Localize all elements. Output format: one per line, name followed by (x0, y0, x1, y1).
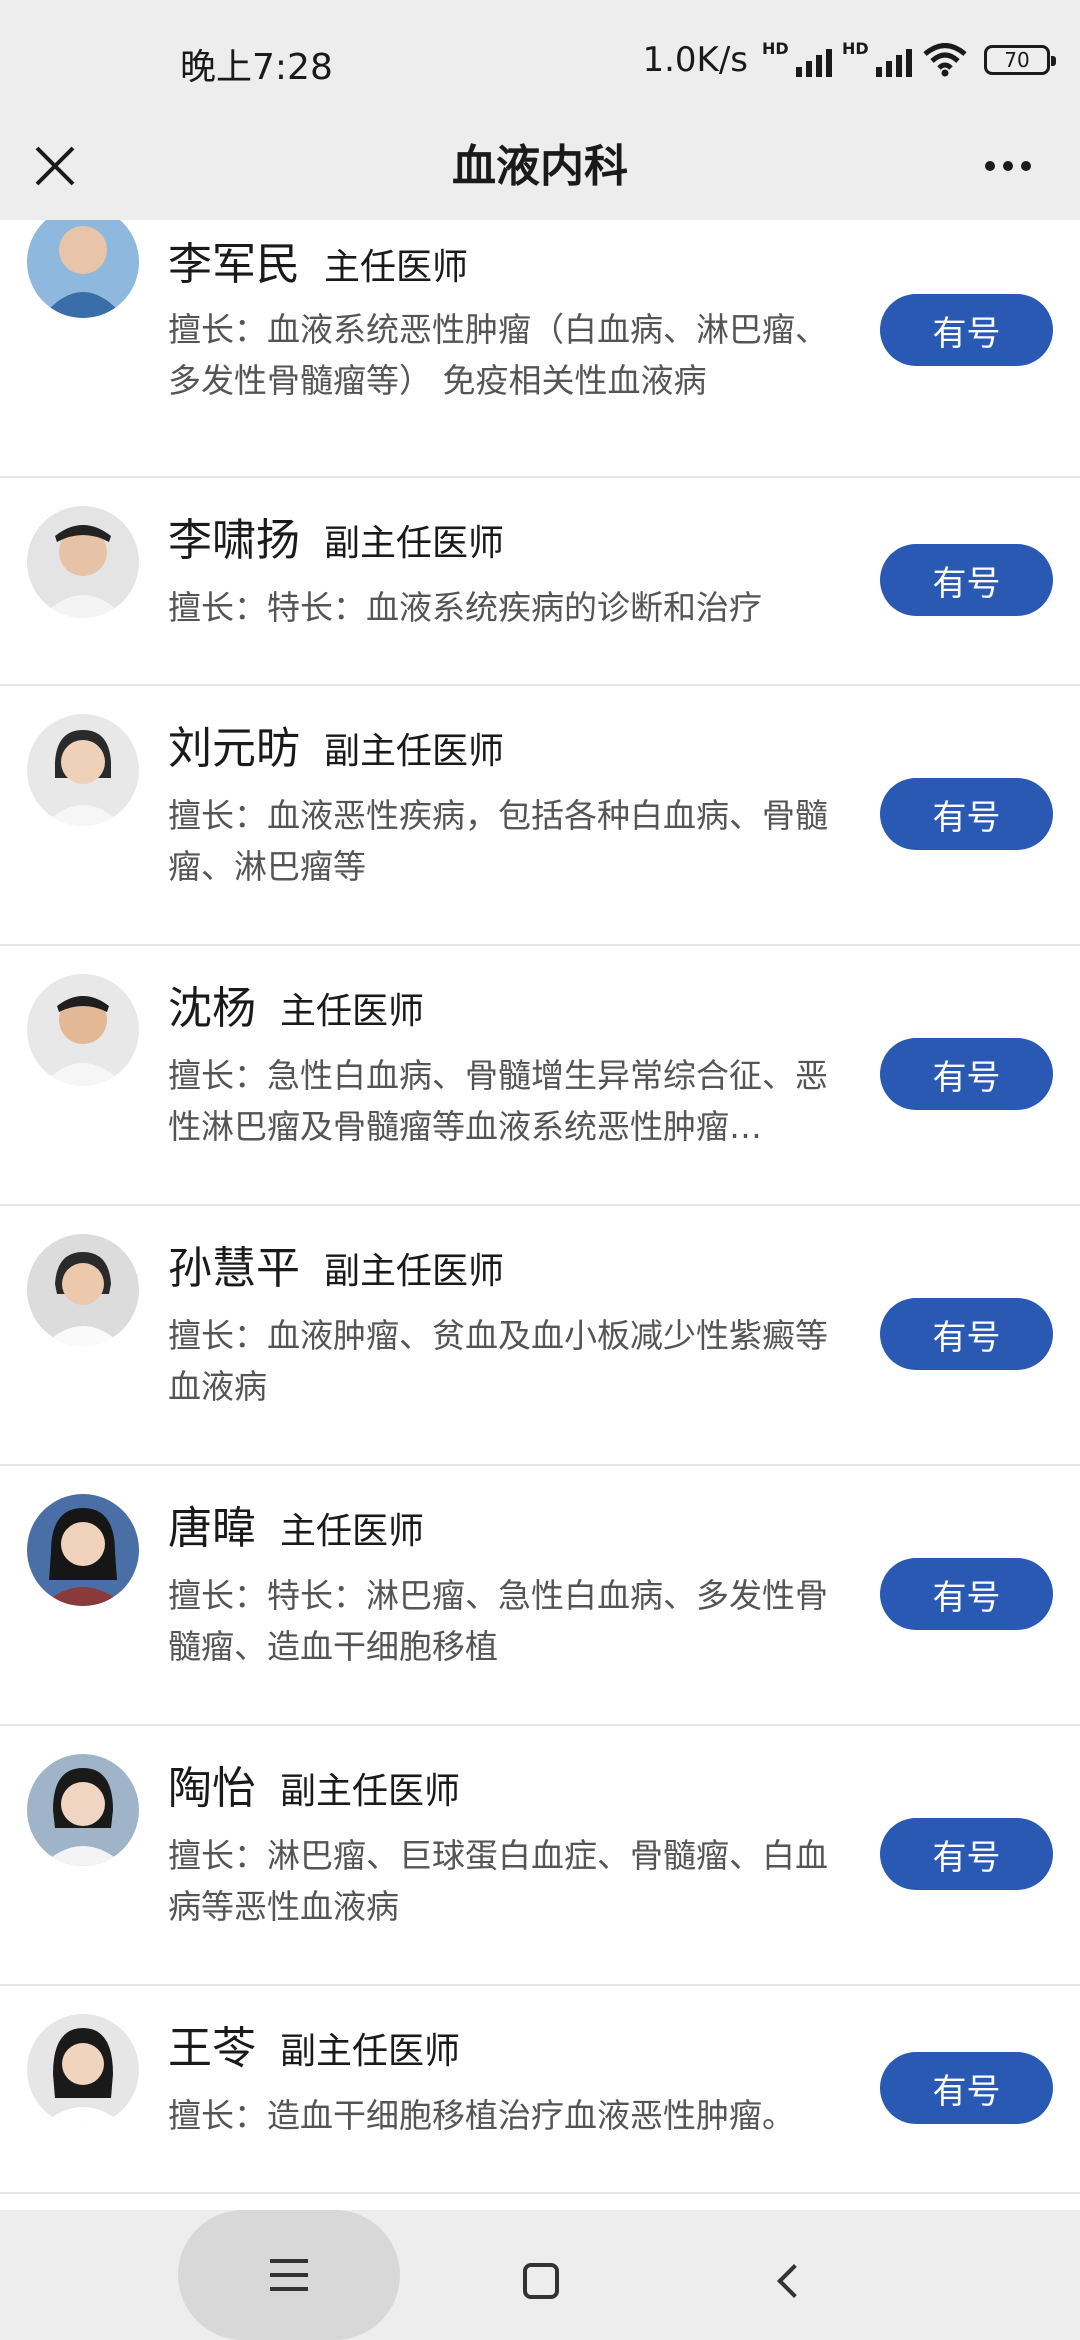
doctor-name-line: 沈杨 主任医师 (168, 972, 424, 1036)
nav-bar: 血液内科 (0, 112, 1080, 220)
book-button[interactable]: 有号 (880, 1558, 1053, 1630)
doctor-specialty: 擅长：血液肿瘤、贫血及血小板减少性紫癜等血液病 (168, 1316, 828, 1406)
doctor-title: 主任医师 (324, 247, 469, 288)
doctor-name-line: 王苓 副主任医师 (168, 2012, 460, 2076)
doctor-title: 副主任医师 (324, 1251, 505, 1292)
doctor-name: 沈杨 (168, 983, 256, 1034)
doctor-title: 主任医师 (280, 1511, 425, 1552)
doctor-row[interactable]: 陶怡 副主任医师 擅长：淋巴瘤、巨球蛋白血症、骨髓瘤、白血病等恶性血液病 有号 (0, 1726, 1080, 1986)
signal-icon-2: HD (842, 39, 912, 77)
doctor-name-line: 陶怡 副主任医师 (168, 1752, 460, 1816)
book-button[interactable]: 有号 (880, 778, 1053, 850)
doctor-row[interactable]: 孙慧平 副主任医师 擅长：血液肿瘤、贫血及血小板减少性紫癜等血液病 有号 (0, 1206, 1080, 1466)
book-button[interactable]: 有号 (880, 2052, 1053, 2124)
doctor-name-line: 李啸扬 副主任医师 (168, 504, 504, 568)
signal-icon: HD (762, 39, 832, 77)
avatar (27, 714, 139, 826)
book-button[interactable]: 有号 (880, 294, 1053, 366)
doctor-name-line: 唐暐 主任医师 (168, 1492, 424, 1556)
doctor-name-line: 李军民 主任医师 (168, 228, 468, 292)
home-icon[interactable] (514, 2254, 568, 2308)
doctor-row[interactable]: 沈杨 主任医师 擅长：急性白血病、骨髓增生异常综合征、恶性淋巴瘤及骨髓瘤等血液系统… (0, 946, 1080, 1206)
more-dots-icon[interactable] (958, 126, 1058, 206)
doctor-name: 刘元昉 (168, 723, 300, 774)
status-bar: 晚上7:28 1.0K/s HD HD 70 (0, 0, 1080, 112)
avatar (27, 1754, 139, 1866)
doctor-name: 陶怡 (168, 1763, 256, 1814)
doctor-specialty: 擅长：淋巴瘤、巨球蛋白血症、骨髓瘤、白血病等恶性血液病 (168, 1836, 828, 1926)
doctor-row[interactable]: 刘元昉 副主任医师 擅长：血液恶性疾病，包括各种白血病、骨髓瘤、淋巴瘤等 有号 (0, 686, 1080, 946)
avatar (27, 974, 139, 1086)
sim1-hd-label: HD (762, 39, 789, 58)
doctor-name: 李啸扬 (168, 515, 300, 566)
network-speed: 1.0K/s (642, 40, 748, 80)
status-time: 晚上7:28 (180, 47, 333, 88)
doctor-title: 副主任医师 (280, 2031, 461, 2072)
doctor-list[interactable]: 李军民 主任医师 擅长：血液系统恶性肿瘤（白血病、淋巴瘤、多发性骨髓瘤等） 免疫相… (0, 220, 1080, 2210)
doctor-specialty: 擅长：急性白血病、骨髓增生异常综合征、恶性淋巴瘤及骨髓瘤等血液系统恶性肿瘤… (168, 1056, 828, 1146)
doctor-title: 副主任医师 (280, 1771, 461, 1812)
doctor-row[interactable]: 李啸扬 副主任医师 擅长：特长：血液系统疾病的诊断和治疗 有号 (0, 478, 1080, 686)
doctor-name: 李军民 (168, 239, 300, 290)
doctor-row[interactable]: 李军民 主任医师 擅长：血液系统恶性肿瘤（白血病、淋巴瘤、多发性骨髓瘤等） 免疫相… (0, 220, 1080, 478)
doctor-specialty: 擅长：特长：淋巴瘤、急性白血病、多发性骨髓瘤、造血干细胞移植 (168, 1576, 828, 1666)
doctor-row-partial[interactable] (0, 2194, 1080, 2210)
doctor-title: 副主任医师 (324, 523, 505, 564)
battery-icon: 70 (984, 45, 1056, 75)
doctor-specialty: 擅长：特长：血液系统疾病的诊断和治疗 (168, 588, 762, 627)
wifi-icon (923, 43, 967, 77)
back-icon[interactable] (762, 2254, 816, 2308)
doctor-title: 主任医师 (280, 991, 425, 1032)
doctor-name: 唐暐 (168, 1503, 256, 1554)
doctor-row[interactable]: 王苓 副主任医师 擅长：造血干细胞移植治疗血液恶性肿瘤。 有号 (0, 1986, 1080, 2194)
menu-icon[interactable] (178, 2210, 400, 2340)
book-button[interactable]: 有号 (880, 544, 1053, 616)
sim2-hd-label: HD (842, 39, 869, 58)
page-title: 血液内科 (452, 141, 628, 192)
doctor-specialty: 擅长：造血干细胞移植治疗血液恶性肿瘤。 (168, 2096, 795, 2135)
avatar (27, 1234, 139, 1346)
doctor-name: 王苓 (168, 2023, 256, 2074)
doctor-name-line: 刘元昉 副主任医师 (168, 712, 504, 776)
book-button[interactable]: 有号 (880, 1038, 1053, 1110)
book-button[interactable]: 有号 (880, 1818, 1053, 1890)
doctor-name: 孙慧平 (168, 1243, 300, 1294)
avatar (27, 220, 139, 318)
doctor-row[interactable]: 唐暐 主任医师 擅长：特长：淋巴瘤、急性白血病、多发性骨髓瘤、造血干细胞移植 有号 (0, 1466, 1080, 1726)
menu-icon-glyph (270, 2259, 308, 2291)
book-button[interactable]: 有号 (880, 1298, 1053, 1370)
doctor-specialty: 擅长：血液系统恶性肿瘤（白血病、淋巴瘤、多发性骨髓瘤等） 免疫相关性血液病 (168, 310, 828, 400)
avatar (27, 506, 139, 618)
system-nav-bar (0, 2210, 1080, 2340)
doctor-name-line: 孙慧平 副主任医师 (168, 1232, 504, 1296)
avatar (27, 2014, 139, 2126)
doctor-specialty: 擅长：血液恶性疾病，包括各种白血病、骨髓瘤、淋巴瘤等 (168, 796, 828, 886)
doctor-title: 副主任医师 (324, 731, 505, 772)
status-indicators: 1.0K/s HD HD 70 (642, 36, 1056, 84)
avatar (27, 1494, 139, 1606)
